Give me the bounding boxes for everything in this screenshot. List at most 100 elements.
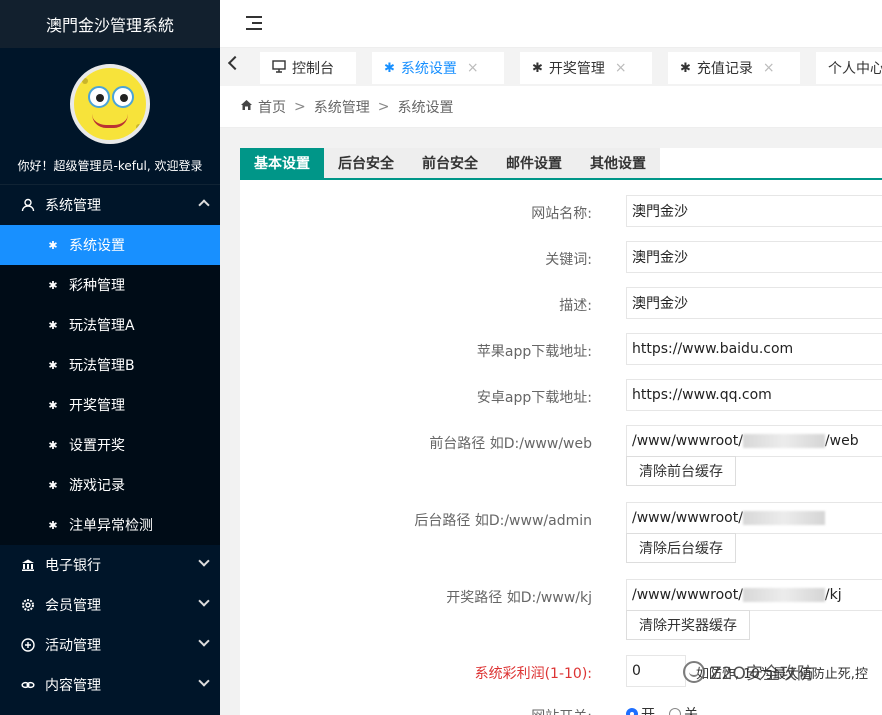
monitor-icon bbox=[272, 59, 286, 77]
ios-url-input[interactable]: https://www.baidu.com bbox=[626, 333, 882, 365]
radio-on[interactable] bbox=[626, 708, 638, 715]
avatar[interactable] bbox=[70, 64, 150, 144]
palm-icon: ✱ bbox=[680, 60, 691, 76]
clear-front-cache-button[interactable]: 清除前台缓存 bbox=[626, 456, 736, 486]
description-input[interactable]: 澳門金沙 bbox=[626, 287, 882, 319]
tab-other-settings[interactable]: 其他设置 bbox=[576, 148, 660, 178]
tab-recharge-records[interactable]: ✱ 充值记录 × bbox=[668, 52, 800, 84]
admin-path-label: 后台路径 如D:/www/admin bbox=[414, 513, 592, 529]
tab-basic-settings[interactable]: 基本设置 bbox=[240, 148, 324, 178]
sidebar-item-play-a[interactable]: ✱ 玩法管理A bbox=[0, 305, 220, 345]
radio-off[interactable] bbox=[669, 708, 681, 715]
tab-draw-management[interactable]: ✱ 开奖管理 × bbox=[520, 52, 652, 84]
sidebar-item-bet-anomaly[interactable]: ✱ 注单异常检测 bbox=[0, 505, 220, 545]
redacted-text bbox=[742, 511, 825, 525]
profit-label: 系统彩利润(1-10): bbox=[474, 666, 592, 682]
sidebar-submenu: ✱ 系统设置 ✱ 彩种管理 ✱ 玩法管理A ✱ 玩法管理B ✱ 开奖管理 ✱ 设置开奖 ✱ 游… bbox=[0, 225, 220, 545]
redacted-text bbox=[742, 434, 825, 448]
tab-label: 控制台 bbox=[292, 61, 334, 77]
breadcrumb-level1[interactable]: 系统管理 bbox=[314, 97, 370, 117]
sidebar-item-draw-management[interactable]: ✱ 开奖管理 bbox=[0, 385, 220, 425]
profit-input[interactable]: 0 bbox=[626, 655, 686, 687]
close-icon[interactable]: × bbox=[467, 60, 479, 76]
sidebar-group-ebank[interactable]: 电子银行 bbox=[0, 545, 220, 585]
tab-personal-center[interactable]: 个人中心 bbox=[816, 52, 882, 84]
avatar-eye-left bbox=[88, 86, 110, 108]
front-path-input[interactable]: /www/wwwroot/ /web bbox=[626, 425, 882, 457]
tab-label: 充值记录 bbox=[696, 61, 753, 77]
tab-label: 开奖管理 bbox=[548, 61, 605, 77]
sidebar-group-members[interactable]: 会员管理 bbox=[0, 585, 220, 625]
chevron-down-icon bbox=[198, 595, 210, 607]
tab-backend-security[interactable]: 后台安全 bbox=[324, 148, 408, 178]
sidebar-item-label: 游戏记录 bbox=[69, 478, 125, 494]
close-icon[interactable]: × bbox=[763, 60, 775, 76]
sidebar-item-label: 玩法管理B bbox=[69, 358, 135, 374]
android-url-label: 安卓app下载地址: bbox=[476, 390, 592, 406]
breadcrumb-home[interactable]: 首页 bbox=[258, 97, 286, 117]
breadcrumb-separator: > bbox=[294, 98, 306, 115]
site-name-input[interactable]: 澳門金沙 bbox=[626, 195, 882, 227]
site-switch-radios: 开 关 bbox=[626, 704, 698, 715]
bank-icon bbox=[20, 557, 36, 573]
android-url-input[interactable]: https://www.qq.com bbox=[626, 379, 882, 411]
sidebar-item-set-draw[interactable]: ✱ 设置开奖 bbox=[0, 425, 220, 465]
ios-url-label: 苹果app下载地址: bbox=[476, 344, 592, 360]
path-prefix: /www/wwwroot/ bbox=[632, 510, 743, 526]
link-icon bbox=[20, 677, 36, 693]
tab-dashboard[interactable]: 控制台 bbox=[260, 52, 356, 84]
description-label: 描述: bbox=[559, 298, 592, 314]
palm-icon: ✱ bbox=[48, 238, 58, 252]
sidebar-item-label: 设置开奖 bbox=[69, 438, 125, 454]
sidebar-group-label: 系统管理 bbox=[45, 198, 101, 214]
palm-icon: ✱ bbox=[48, 438, 58, 452]
avatar-eye-right bbox=[112, 86, 134, 108]
sidebar-item-system-settings[interactable]: ✱ 系统设置 bbox=[0, 225, 220, 265]
watermark: Z2O安全攻防 bbox=[683, 659, 814, 684]
close-icon[interactable]: × bbox=[615, 60, 627, 76]
sidebar-item-play-b[interactable]: ✱ 玩法管理B bbox=[0, 345, 220, 385]
tab-bar: 控制台 ✱ 系统设置 × ✱ 开奖管理 × ✱ 充值记录 × 个人中心 bbox=[220, 48, 882, 86]
sidebar-item-lottery-types[interactable]: ✱ 彩种管理 bbox=[0, 265, 220, 305]
path-suffix: /web bbox=[824, 433, 859, 449]
main-content: 基本设置 后台安全 前台安全 邮件设置 其他设置 网站名称: 澳門金沙 关键词:… bbox=[220, 128, 882, 715]
palm-icon: ✱ bbox=[48, 398, 58, 412]
sidebar-item-game-records[interactable]: ✱ 游戏记录 bbox=[0, 465, 220, 505]
chevron-left-icon[interactable] bbox=[227, 55, 243, 71]
tab-system-settings[interactable]: ✱ 系统设置 × bbox=[372, 52, 504, 84]
tab-frontend-security[interactable]: 前台安全 bbox=[408, 148, 492, 178]
keywords-input[interactable]: 澳門金沙 bbox=[626, 241, 882, 273]
keywords-label: 关键词: bbox=[545, 252, 592, 268]
chevron-down-icon bbox=[198, 675, 210, 687]
palm-icon: ✱ bbox=[532, 60, 543, 76]
avatar-spot bbox=[136, 124, 142, 130]
tab-label: 系统设置 bbox=[400, 61, 457, 77]
kj-path-input[interactable]: /www/wwwroot/ /kj bbox=[626, 579, 882, 611]
sidebar-group-content[interactable]: 内容管理 bbox=[0, 665, 220, 705]
tab-mail-settings[interactable]: 邮件设置 bbox=[492, 148, 576, 178]
radio-on-label: 开 bbox=[641, 707, 655, 715]
chevron-up-icon bbox=[198, 199, 210, 211]
kj-path-label: 开奖路径 如D:/www/kj bbox=[446, 590, 592, 606]
sidebar-item-label: 系统设置 bbox=[69, 238, 125, 254]
top-header bbox=[220, 0, 882, 48]
menu-toggle-icon[interactable] bbox=[246, 16, 262, 30]
sidebar-group-label: 电子银行 bbox=[45, 558, 101, 574]
admin-path-input[interactable]: /www/wwwroot/ bbox=[626, 502, 882, 534]
sidebar-item-label: 玩法管理A bbox=[69, 318, 135, 334]
site-name-label: 网站名称: bbox=[531, 206, 592, 222]
chevron-down-icon bbox=[198, 555, 210, 567]
radio-off-label: 关 bbox=[684, 707, 698, 715]
clear-kj-cache-button[interactable]: 清除开奖器缓存 bbox=[626, 610, 750, 640]
sidebar: 澳門金沙管理系統 你好！超级管理员-keful, 欢迎登录 系统管理 ✱ 系统设置… bbox=[0, 0, 220, 715]
clear-admin-cache-button[interactable]: 清除后台缓存 bbox=[626, 533, 736, 563]
sidebar-group-system[interactable]: 系统管理 bbox=[0, 185, 220, 225]
sidebar-group-activities[interactable]: 活动管理 bbox=[0, 625, 220, 665]
gear-icon bbox=[20, 597, 36, 613]
path-prefix: /www/wwwroot/ bbox=[632, 587, 743, 603]
settings-panel: 基本设置 后台安全 前台安全 邮件设置 其他设置 网站名称: 澳門金沙 关键词:… bbox=[240, 148, 882, 715]
sidebar-item-label: 注单异常检测 bbox=[69, 518, 153, 534]
redacted-text bbox=[742, 588, 825, 602]
path-prefix: /www/wwwroot/ bbox=[632, 433, 743, 449]
home-icon bbox=[240, 99, 253, 114]
